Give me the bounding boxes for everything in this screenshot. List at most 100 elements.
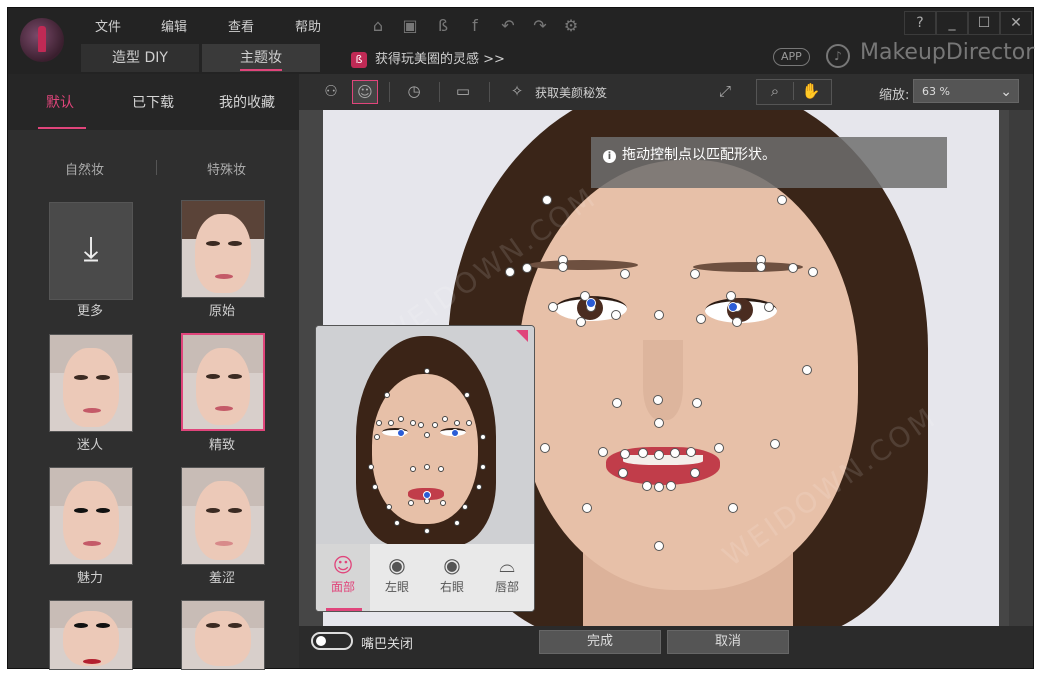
minimize-button[interactable]: _ [936, 11, 968, 35]
control-point[interactable] [454, 420, 460, 426]
control-point[interactable] [558, 262, 568, 272]
control-point[interactable] [388, 420, 394, 426]
mouth-toggle[interactable] [311, 632, 353, 650]
control-point[interactable] [476, 484, 482, 490]
control-point[interactable] [440, 500, 446, 506]
tab-favorites[interactable]: 我的收藏 [219, 92, 275, 112]
control-point[interactable] [732, 317, 742, 327]
help-button[interactable]: ? [904, 11, 936, 35]
control-point[interactable] [726, 291, 736, 301]
control-point[interactable] [770, 439, 780, 449]
get-tips-link[interactable]: 获取美颜秘笈 [535, 84, 607, 101]
control-point[interactable] [642, 481, 652, 491]
hand-icon[interactable]: ✋ [799, 80, 823, 102]
control-point[interactable] [454, 520, 460, 526]
control-point[interactable] [374, 434, 380, 440]
control-point[interactable] [540, 443, 550, 453]
control-point[interactable] [410, 420, 416, 426]
control-point[interactable] [408, 500, 414, 506]
control-point[interactable] [480, 464, 486, 470]
redo-icon[interactable]: ↷ [530, 16, 550, 36]
menu-view[interactable]: 查看 [228, 16, 254, 35]
control-point[interactable] [638, 448, 648, 458]
control-point[interactable] [777, 195, 787, 205]
control-point[interactable] [654, 482, 664, 492]
expand-corner-icon[interactable] [516, 330, 528, 342]
maximize-button[interactable]: ☐ [968, 11, 1000, 35]
control-point[interactable] [620, 449, 630, 459]
menu-help[interactable]: 帮助 [295, 16, 321, 35]
control-point[interactable] [612, 398, 622, 408]
control-point[interactable] [576, 317, 586, 327]
pupil-point[interactable] [451, 429, 459, 437]
compare-icon[interactable]: ⚇ [319, 80, 343, 102]
tab-face[interactable]: ☺ 面部 [316, 544, 370, 611]
control-point[interactable] [653, 395, 663, 405]
fullscreen-icon[interactable]: ⤢ [713, 80, 737, 102]
control-point[interactable] [480, 434, 486, 440]
control-point[interactable] [418, 422, 424, 428]
thumb-extra-1[interactable] [49, 600, 133, 670]
cancel-button[interactable]: 取消 [667, 630, 789, 654]
promo-link[interactable]: ß 获得玩美圈的灵感 >> [351, 48, 505, 68]
control-point[interactable] [618, 468, 628, 478]
control-point[interactable] [424, 432, 430, 438]
tab-downloaded[interactable]: 已下载 [132, 92, 174, 112]
control-point[interactable] [424, 464, 430, 470]
undo-icon[interactable]: ↶ [498, 16, 518, 36]
control-point[interactable] [802, 365, 812, 375]
control-point[interactable] [690, 468, 700, 478]
pupil-point[interactable] [397, 429, 405, 437]
thumb-shy[interactable] [181, 467, 265, 565]
zoom-select[interactable]: 63 % ⌄ [913, 79, 1019, 103]
pupil-point[interactable] [423, 491, 431, 499]
control-point[interactable] [620, 269, 630, 279]
control-point[interactable] [548, 302, 558, 312]
thumb-original[interactable] [181, 200, 265, 298]
control-point[interactable] [764, 302, 774, 312]
canvas-scrollbar[interactable] [1009, 110, 1033, 626]
control-point[interactable] [438, 466, 444, 472]
control-point[interactable] [368, 464, 374, 470]
control-point[interactable] [384, 392, 390, 398]
history-icon[interactable]: ◷ [402, 80, 426, 102]
control-point[interactable] [372, 484, 378, 490]
save-icon[interactable]: ▣ [400, 16, 420, 36]
tab-left-eye[interactable]: ◉ 左眼 [370, 544, 424, 611]
control-point[interactable] [424, 528, 430, 534]
thumb-extra-2[interactable] [181, 600, 265, 670]
menu-file[interactable]: 文件 [95, 16, 121, 35]
control-point[interactable] [611, 310, 621, 320]
control-point[interactable] [654, 450, 664, 460]
control-point[interactable] [598, 447, 608, 457]
control-point[interactable] [654, 418, 664, 428]
thumb-delicate[interactable] [181, 333, 265, 431]
face-tips-icon[interactable]: ✧ [505, 80, 529, 102]
control-point[interactable] [714, 443, 724, 453]
control-point[interactable] [654, 541, 664, 551]
pupil-point[interactable] [728, 302, 738, 312]
control-point[interactable] [696, 314, 706, 324]
control-point[interactable] [654, 310, 664, 320]
subtab-special[interactable]: 特殊妆 [207, 159, 246, 178]
tab-lips[interactable]: ⌓ 唇部 [480, 544, 534, 611]
pupil-point[interactable] [586, 298, 596, 308]
control-point[interactable] [464, 392, 470, 398]
menu-edit[interactable]: 编辑 [161, 16, 187, 35]
control-point[interactable] [394, 520, 400, 526]
control-point[interactable] [466, 420, 472, 426]
bell-icon[interactable]: ♪ [826, 44, 850, 68]
tab-theme[interactable]: 主题妆 [202, 44, 320, 72]
tab-diy[interactable]: 造型 DIY [81, 44, 199, 72]
tab-right-eye[interactable]: ◉ 右眼 [425, 544, 479, 611]
thumb-glamour[interactable] [49, 467, 133, 565]
control-point[interactable] [670, 448, 680, 458]
app-badge[interactable]: APP [773, 48, 810, 66]
done-button[interactable]: 完成 [539, 630, 661, 654]
control-point[interactable] [442, 416, 448, 422]
thumb-more[interactable]: ⤓ [49, 202, 133, 300]
beauty-circle-icon[interactable]: ß [433, 16, 453, 36]
control-point[interactable] [386, 504, 392, 510]
control-point[interactable] [376, 420, 382, 426]
search-icon[interactable]: ⌕ [763, 80, 787, 102]
